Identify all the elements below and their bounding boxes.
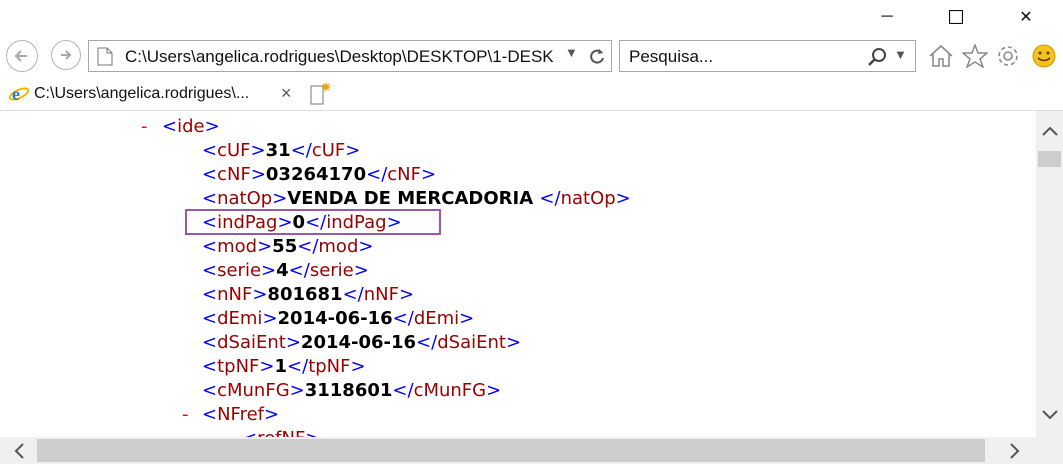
scroll-left-icon[interactable]: [12, 442, 26, 460]
tools-button[interactable]: [993, 42, 1023, 70]
horizontal-scrollbar[interactable]: [0, 437, 1063, 464]
xml-field-dSaiEnt: <dSaiEnt>2014-06-16</dSaiEnt>: [202, 332, 522, 353]
tab-bar: e C:\Users\angelica.rodrigues\... ×: [0, 78, 1063, 111]
tab-active[interactable]: e C:\Users\angelica.rodrigues\... ×: [0, 78, 300, 110]
collapse-ide-toggle[interactable]: -: [141, 115, 148, 139]
back-button[interactable]: [6, 40, 38, 72]
tab-close-button[interactable]: ×: [281, 83, 292, 104]
collapse-nfref-toggle[interactable]: -: [182, 403, 189, 427]
vertical-scroll-thumb[interactable]: [1038, 151, 1061, 167]
refresh-icon[interactable]: [588, 47, 606, 65]
scroll-up-icon[interactable]: [1041, 125, 1059, 137]
search-dropdown-icon[interactable]: ▼: [894, 47, 907, 62]
page-icon: [97, 47, 113, 66]
search-input[interactable]: Pesquisa...: [629, 47, 713, 67]
maximize-button[interactable]: [933, 0, 979, 34]
xml-field-dEmi: <dEmi>2014-06-16</dEmi>: [202, 308, 475, 329]
address-bar[interactable]: C:\Users\angelica.rodrigues\Desktop\DESK…: [88, 40, 612, 72]
horizontal-scroll-thumb[interactable]: [37, 439, 985, 462]
highlight-box: [185, 209, 441, 235]
title-bar: ─ ✕: [0, 0, 1063, 34]
maximize-icon: [949, 10, 963, 24]
gear-icon: [998, 46, 1018, 66]
scroll-down-icon[interactable]: [1041, 409, 1059, 421]
search-box[interactable]: Pesquisa... ▼: [619, 40, 916, 72]
tab-title[interactable]: C:\Users\angelica.rodrigues\...: [34, 85, 249, 103]
minimize-button[interactable]: ─: [864, 0, 910, 34]
xml-field-mod: <mod>55</mod>: [202, 236, 374, 257]
close-window-button[interactable]: ✕: [1003, 0, 1049, 34]
scroll-right-icon[interactable]: [1008, 442, 1022, 460]
search-icon[interactable]: [867, 47, 887, 67]
xml-field-tpNF: <tpNF>1</tpNF>: [202, 356, 366, 377]
xml-field-cNF: <cNF>03264170</cNF>: [202, 164, 437, 185]
ie-logo-icon: e: [8, 84, 30, 104]
star-icon: [962, 44, 988, 68]
xml-field-natOp: <natOp>VENDA DE MERCADORIA </natOp>: [202, 188, 631, 209]
svg-text:e: e: [12, 84, 20, 104]
forward-arrow-icon: [61, 50, 72, 60]
xml-field-serie: <serie>4</serie>: [202, 260, 369, 281]
new-tab-icon: [310, 83, 330, 105]
address-text[interactable]: C:\Users\angelica.rodrigues\Desktop\DESK…: [125, 47, 553, 67]
xml-refnf-partial: <refNF>: [242, 427, 320, 437]
home-button[interactable]: [926, 42, 956, 70]
xml-field-cUF: <cUF>31</cUF>: [202, 140, 361, 161]
home-icon: [929, 44, 953, 67]
xml-ide-open: <ide>: [162, 116, 220, 137]
vertical-scrollbar[interactable]: [1036, 111, 1063, 437]
xml-field-cMunFG: <cMunFG>3118601</cMunFG>: [202, 380, 502, 401]
address-dropdown-icon[interactable]: ▼: [565, 45, 578, 60]
xml-viewer: - <ide> <cUF>31</cUF> <cNF>03264170</cNF>…: [0, 111, 1036, 437]
forward-button[interactable]: [51, 40, 81, 70]
navigation-bar: C:\Users\angelica.rodrigues\Desktop\DESK…: [0, 34, 1063, 78]
new-tab-button[interactable]: [303, 78, 335, 110]
favorites-button[interactable]: [960, 42, 990, 70]
xml-field-nNF: <nNF>801681</nNF>: [202, 284, 415, 305]
feedback-button[interactable]: [1029, 42, 1059, 70]
smiley-icon: [1032, 44, 1056, 68]
xml-nfref-open: <NFref>: [202, 404, 280, 425]
back-arrow-icon: [14, 50, 27, 62]
